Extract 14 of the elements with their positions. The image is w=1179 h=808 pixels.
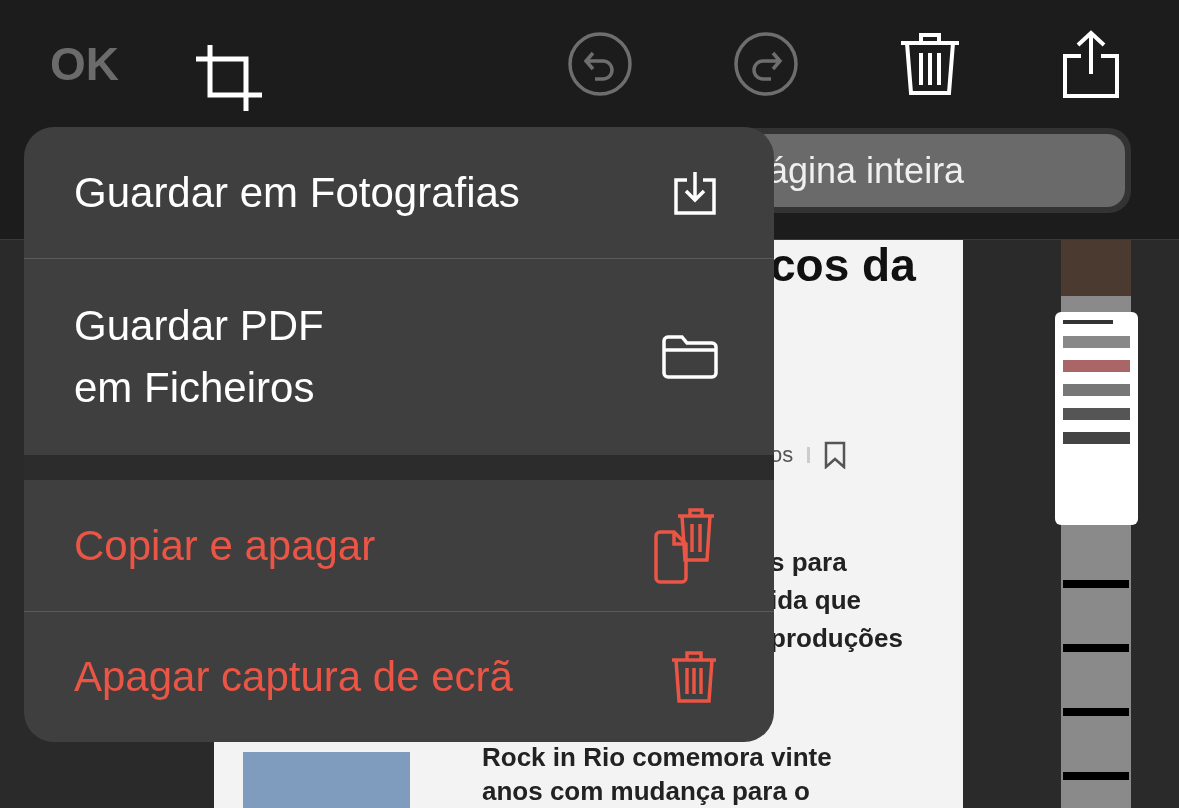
folder-icon [662, 335, 718, 379]
share-icon [1061, 30, 1121, 98]
article-headline[interactable]: Rock in Rio comemora vinte anos com mudança para o [482, 740, 832, 808]
page-thumbnail-drawing[interactable] [1055, 240, 1138, 808]
crop-button[interactable] [194, 43, 264, 113]
crop-icon [194, 43, 264, 113]
redo-icon [733, 31, 799, 97]
undo-icon [567, 31, 633, 97]
share-button[interactable] [1061, 30, 1121, 98]
trash-icon [899, 31, 961, 97]
trash-button[interactable] [899, 31, 961, 97]
download-tray-icon [672, 169, 718, 216]
bookmark-icon[interactable] [824, 440, 847, 469]
trash-icon [670, 650, 718, 704]
